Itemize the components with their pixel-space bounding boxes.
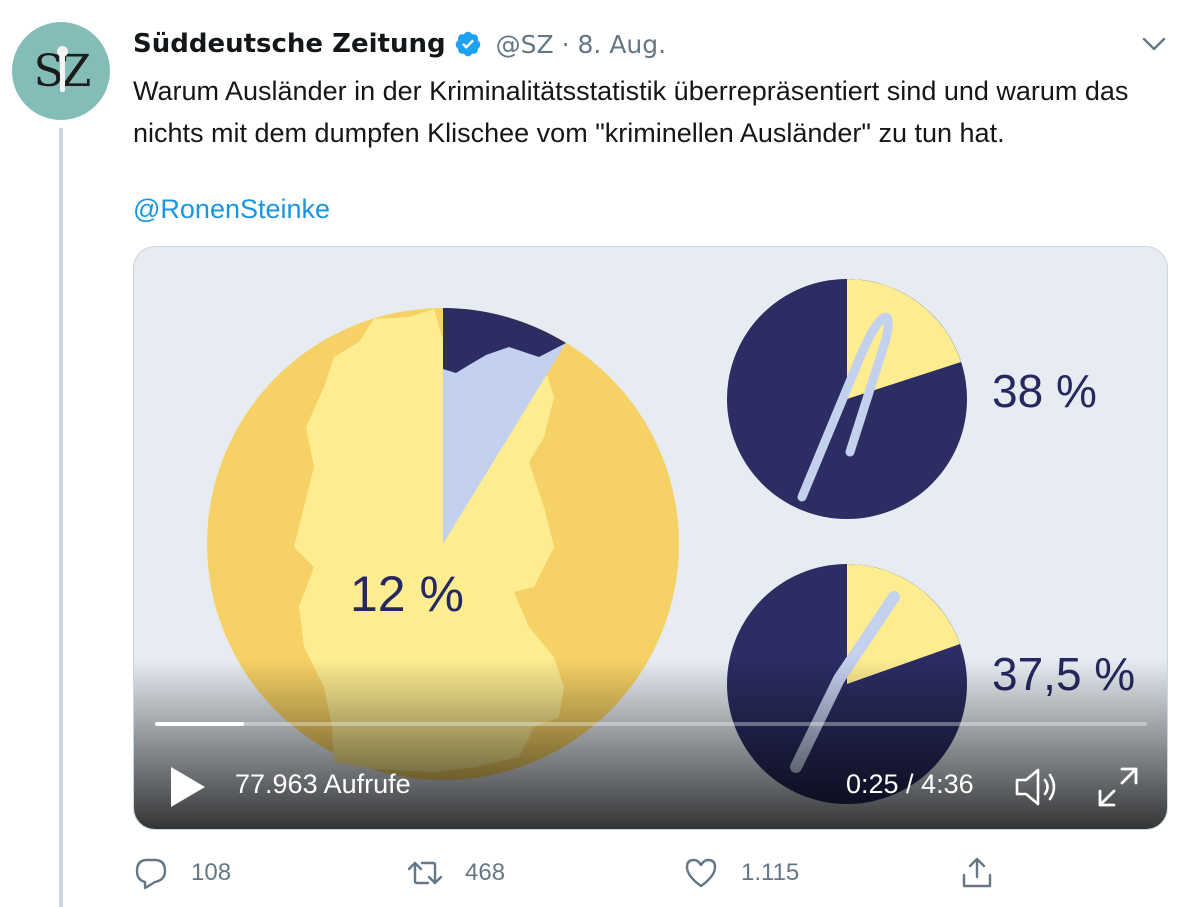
mention-link[interactable]: @RonenSteinke [133, 191, 330, 227]
like-count: 1.115 [741, 859, 800, 886]
header-separator: · [561, 29, 570, 59]
retweet-button[interactable]: 468 [407, 850, 505, 896]
video-player[interactable]: 12 % 38 % 37,5 % 77.963 Aufrufe 0:25 / 4… [133, 246, 1168, 830]
reply-icon [135, 858, 167, 890]
tweet-header: Süddeutsche Zeitung @SZ · 8. Aug. [133, 26, 666, 62]
retweet-count: 468 [465, 859, 506, 886]
video-controls-overlay [134, 659, 1167, 829]
video-progress-bar[interactable] [155, 722, 1147, 726]
thread-line [59, 128, 63, 907]
reply-count: 108 [191, 859, 232, 886]
verified-badge-icon [455, 31, 480, 57]
video-progress-fill [155, 722, 245, 726]
main-pie-label: 12 % [350, 566, 464, 622]
author-handle[interactable]: @SZ [496, 30, 554, 59]
like-button[interactable]: 1.115 [683, 850, 799, 896]
share-button[interactable] [959, 850, 995, 896]
like-icon [685, 858, 717, 888]
tweet-date[interactable]: 8. Aug. [578, 30, 667, 59]
tweet-actions: 108 468 1.115 [133, 850, 1003, 896]
avatar[interactable]: SZ [12, 22, 110, 120]
retweet-icon [407, 861, 443, 885]
play-icon[interactable] [168, 765, 208, 809]
author-display-name[interactable]: Süddeutsche Zeitung [133, 29, 446, 59]
video-time: 0:25 / 4:36 [846, 769, 974, 799]
view-count: 77.963 Aufrufe [235, 769, 411, 799]
reply-button[interactable]: 108 [133, 850, 231, 896]
share-icon [962, 857, 992, 888]
avatar-figure-body [60, 52, 65, 92]
chevron-down-icon[interactable] [1138, 28, 1170, 60]
fullscreen-icon[interactable] [1096, 765, 1140, 809]
top-pie-label: 38 % [992, 365, 1097, 417]
volume-icon[interactable] [1014, 765, 1062, 809]
tweet-text: Warum Ausländer in der Kriminalitätsstat… [133, 76, 1129, 148]
